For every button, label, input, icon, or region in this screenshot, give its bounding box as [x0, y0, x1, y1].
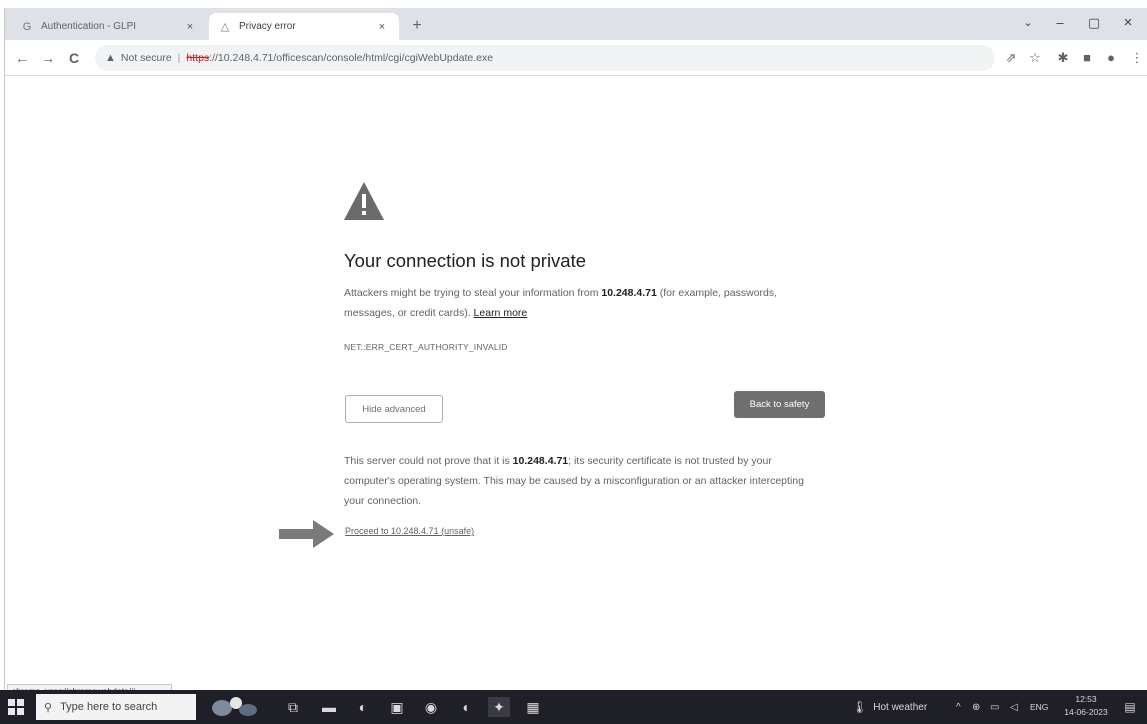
message-text: Attackers might be trying to steal your …: [344, 287, 602, 299]
details-text: This server could not prove that it is: [344, 455, 513, 467]
taskbar-search-input[interactable]: ⚲ Type here to search: [36, 694, 196, 720]
host-name: 10.248.4.71: [512, 455, 569, 467]
url-scheme: https: [186, 52, 210, 64]
tab-search-icon[interactable]: ⌄: [1013, 12, 1043, 34]
task-view-icon[interactable]: ⧉: [282, 697, 304, 717]
file-explorer-icon[interactable]: ▬: [318, 697, 340, 717]
weather-widget[interactable]: 🌡 Hot weather: [852, 690, 927, 724]
hide-advanced-button[interactable]: Hide advanced: [345, 395, 443, 423]
back-button[interactable]: ←: [11, 47, 33, 69]
minimize-button[interactable]: –: [1045, 12, 1075, 34]
tab-title: Privacy error: [239, 21, 296, 32]
forward-button[interactable]: →: [37, 47, 59, 69]
windows-start-icon[interactable]: [8, 699, 24, 715]
close-window-button[interactable]: ×: [1113, 12, 1143, 34]
notification-icon[interactable]: ▤: [1121, 698, 1139, 716]
tab-close-icon[interactable]: ×: [183, 20, 197, 34]
restore-button[interactable]: ▢: [1079, 12, 1109, 34]
warning-icon: [344, 182, 384, 220]
glpi-g-icon: G: [22, 20, 32, 33]
browser-window: G Authentication - GLPI × △ Privacy erro…: [4, 8, 1147, 724]
error-code: NET::ERR_CERT_AUTHORITY_INVALID: [344, 342, 508, 352]
not-secure-label[interactable]: Not secure: [121, 52, 172, 64]
tab-close-icon[interactable]: ×: [375, 20, 389, 34]
sidepanel-icon[interactable]: ■: [1077, 48, 1097, 68]
new-tab-button[interactable]: +: [406, 15, 428, 37]
proceed-unsafe-link[interactable]: Proceed to 10.248.4.71 (unsafe): [345, 526, 474, 536]
host-name: 10.248.4.71: [601, 287, 657, 299]
details-message: This server could not prove that it is 1…: [344, 451, 824, 511]
battery-icon[interactable]: ▭: [990, 690, 999, 724]
tab-authentication-glpi[interactable]: G Authentication - GLPI ×: [11, 13, 207, 40]
interstitial-page: Your connection is not private Attackers…: [5, 77, 1147, 684]
browser-toolbar: ← → C ▲ Not secure | https ://10.248.4.7…: [5, 40, 1147, 76]
search-icon: ⚲: [44, 701, 53, 714]
store-icon[interactable]: ▣: [386, 697, 408, 717]
language-indicator[interactable]: ENG: [1030, 690, 1048, 724]
extensions-icon[interactable]: ✱: [1053, 48, 1073, 68]
reload-button[interactable]: C: [63, 47, 85, 69]
tab-strip: G Authentication - GLPI × △ Privacy erro…: [5, 8, 1147, 40]
app-icon[interactable]: ◖: [454, 697, 476, 717]
network-icon[interactable]: ⊕: [972, 690, 980, 724]
profile-icon[interactable]: ●: [1101, 48, 1121, 68]
address-bar[interactable]: ▲ Not secure | https ://10.248.4.71/offi…: [95, 45, 995, 71]
search-placeholder: Type here to search: [60, 701, 158, 713]
tray-chevron-icon[interactable]: ^: [956, 690, 961, 724]
scan-margin: [0, 0, 1147, 8]
page-title: Your connection is not private: [344, 250, 587, 271]
clock-date: 14-06-2023: [1064, 707, 1108, 717]
clock-time: 12:53: [1075, 694, 1097, 704]
search-highlight-icon[interactable]: [206, 694, 260, 720]
windows-taskbar: ⚲ Type here to search ⧉ ▬ ◐ ▣ ◉ ◖ ✦ ▦ 🌡 …: [0, 690, 1147, 724]
tab-privacy-error[interactable]: △ Privacy error ×: [209, 13, 399, 40]
warning-favicon: △: [220, 20, 230, 33]
edge-icon[interactable]: ◐: [352, 697, 374, 717]
menu-icon[interactable]: ⋮: [1127, 48, 1147, 68]
chrome-icon[interactable]: ◉: [420, 697, 442, 717]
tab-title: Authentication - GLPI: [41, 21, 137, 32]
warning-triangle-icon[interactable]: ▲: [105, 52, 116, 64]
url-text: ://10.248.4.71/officescan/console/html/c…: [209, 52, 494, 64]
omnibox-separator: |: [177, 52, 181, 64]
weather-text: Hot weather: [873, 701, 928, 713]
share-icon[interactable]: ⇗: [1001, 48, 1021, 68]
taskbar-clock[interactable]: 12:53 14-06-2023: [1063, 693, 1109, 719]
learn-more-link[interactable]: Learn more: [474, 307, 528, 319]
thermometer-icon: 🌡: [852, 700, 868, 714]
star-icon[interactable]: ☆: [1025, 48, 1045, 68]
main-message: Attackers might be trying to steal your …: [344, 283, 824, 323]
volume-icon[interactable]: ◁: [1010, 690, 1018, 724]
teams-icon[interactable]: ▦: [522, 697, 544, 717]
active-app-icon[interactable]: ✦: [488, 697, 510, 717]
back-to-safety-button[interactable]: Back to safety: [734, 391, 825, 418]
arrow-annotation-icon: [279, 520, 334, 548]
